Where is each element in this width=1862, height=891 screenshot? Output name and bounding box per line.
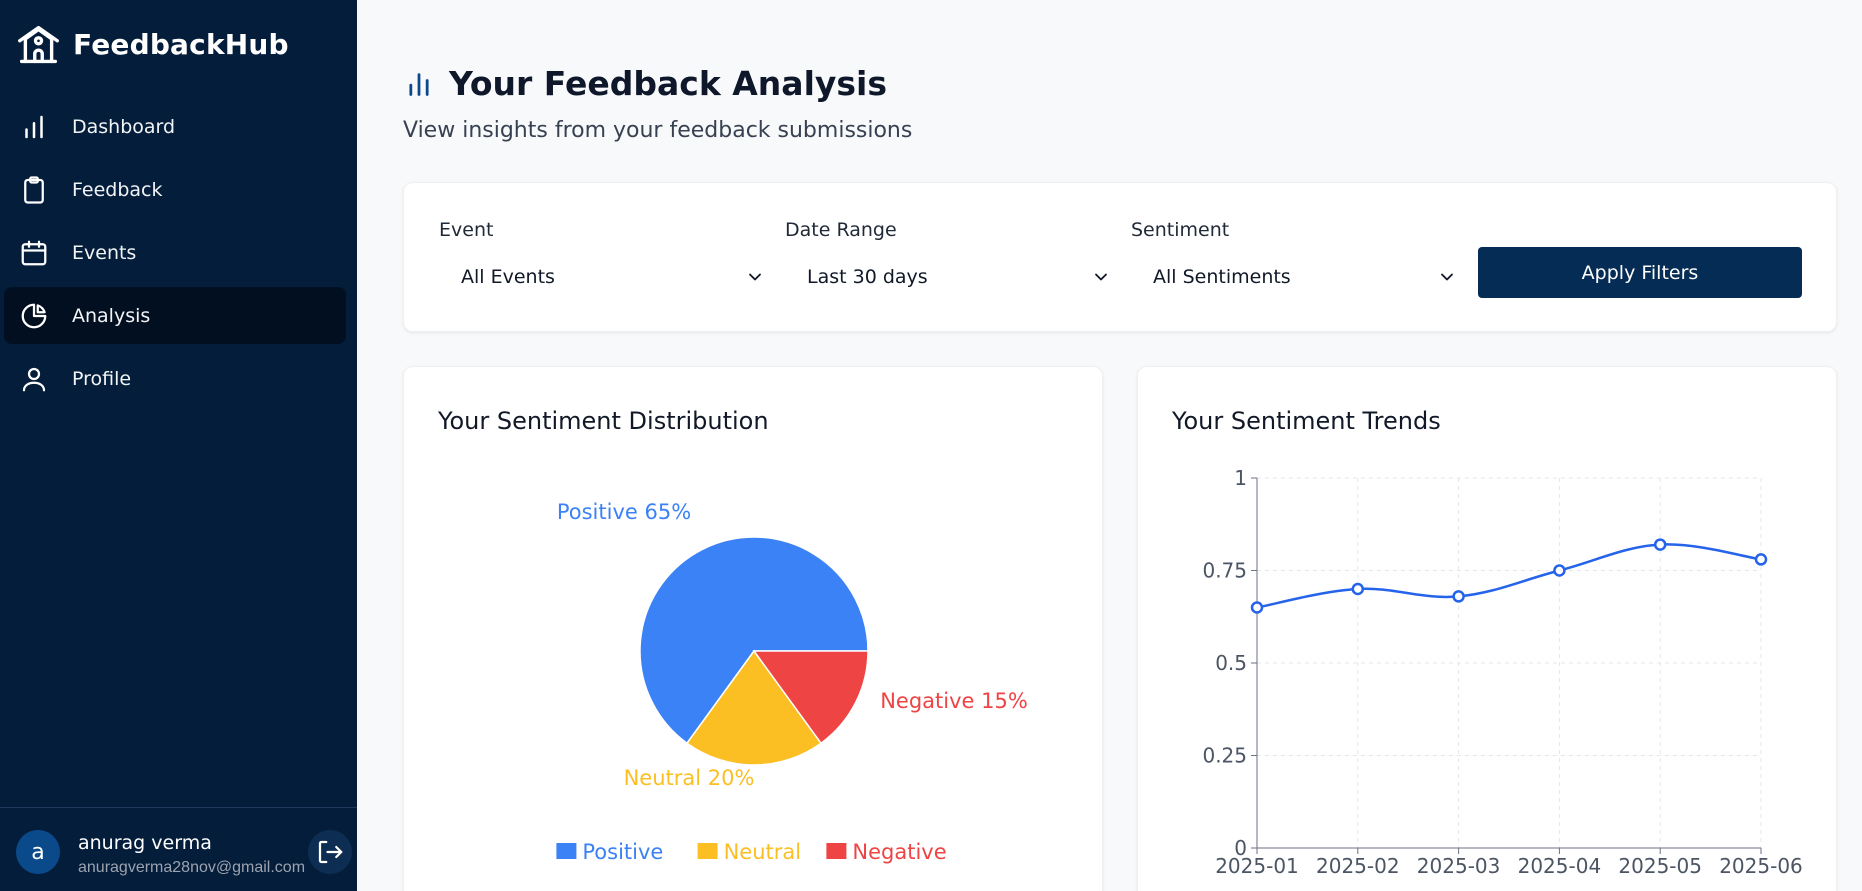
sentiment-filter-label: Sentiment: [1131, 219, 1230, 241]
sidebar-item-label: Analysis: [72, 304, 151, 327]
date-range-filter-label: Date Range: [785, 219, 897, 241]
trend-point[interactable]: [1351, 582, 1365, 596]
x-tick-label: 2025-03: [1417, 854, 1501, 878]
pie-data-label: Negative 15%: [880, 689, 1028, 713]
x-tick-label: 2025-01: [1215, 854, 1299, 878]
x-tick-label: 2025-05: [1618, 854, 1702, 878]
user-name: anurag verma: [78, 832, 212, 854]
sentiment-select[interactable]: All Sentiments: [1131, 257, 1461, 297]
pie-chart-icon: [18, 300, 50, 332]
date-range-select[interactable]: Last 30 days: [785, 257, 1115, 297]
legend-label-positive[interactable]: Positive: [582, 840, 663, 864]
sidebar-item-dashboard[interactable]: Dashboard: [4, 98, 346, 155]
x-tick-label: 2025-06: [1719, 854, 1803, 878]
chevron-down-icon: [749, 273, 761, 281]
brand-name: FeedbackHub: [73, 28, 289, 61]
trend-point[interactable]: [1553, 564, 1566, 577]
pie-data-label: Neutral 20%: [624, 766, 755, 790]
sidebar-item-profile[interactable]: Profile: [4, 350, 346, 407]
y-tick-label: 1: [1234, 466, 1247, 490]
sidebar-item-feedback[interactable]: Feedback: [4, 161, 346, 218]
trend-line: [1256, 543, 1762, 609]
sentiment-line-chart: 00.250.50.7512025-01 2025-02 2025-03 2025-0…: [1202, 466, 1803, 878]
date-range-select-value: Last 30 days: [807, 266, 928, 288]
sidebar-item-analysis[interactable]: Analysis: [4, 287, 346, 344]
sentiment-pie-chart: Positive 65% Neutral 20% Negative 15% Posit…: [556, 500, 1028, 864]
page-subtitle: View insights from your feedback submiss…: [403, 118, 913, 143]
pie-data-label: Positive 65%: [557, 500, 691, 524]
sentiment-select-value: All Sentiments: [1153, 266, 1291, 288]
date-range-filter: Date Range Last 30 days: [785, 219, 1115, 297]
y-tick-label: 0.75: [1202, 559, 1247, 583]
clipboard-icon: [18, 174, 50, 206]
bar-chart-icon: [409, 73, 429, 96]
event-select-value: All Events: [461, 266, 555, 288]
logout-button[interactable]: [308, 830, 352, 874]
legend-label-neutral[interactable]: Neutral: [724, 840, 802, 864]
trend-point[interactable]: [1653, 538, 1667, 551]
chevron-down-icon: [1095, 273, 1107, 281]
sentiment-distribution-card: Your Sentiment Distribution Positive 65%…: [403, 366, 1103, 891]
user-panel: a anurag verma anuragverma28nov@gmail.co…: [0, 807, 357, 891]
event-filter: Event All Events: [439, 219, 769, 297]
x-tick-label: 2025-02: [1316, 854, 1400, 878]
trend-point[interactable]: [1452, 590, 1465, 603]
y-tick-label: 0.25: [1202, 744, 1247, 768]
filter-panel: Event All Events Date Range Last 30 days…: [403, 182, 1837, 332]
sidebar-item-label: Profile: [72, 367, 132, 390]
avatar[interactable]: a: [16, 830, 60, 874]
trend-point[interactable]: [1250, 601, 1264, 614]
y-tick-label: 0.5: [1215, 651, 1247, 675]
user-email: anuragverma28nov@gmail.com: [78, 859, 306, 876]
sidebar-item-label: Dashboard: [72, 115, 176, 138]
sidebar: FeedbackHub Dashboard Feedback Events An…: [0, 0, 357, 891]
chevron-down-icon: [1441, 273, 1453, 281]
trend-point[interactable]: [1754, 553, 1768, 566]
logout-icon: [318, 840, 343, 864]
legend-swatch-neutral: [697, 843, 718, 859]
page-title: Your Feedback Analysis: [449, 64, 887, 103]
school-icon: [18, 25, 59, 64]
legend-swatch-positive: [556, 843, 577, 859]
sidebar-item-label: Events: [72, 241, 137, 264]
brand[interactable]: FeedbackHub: [16, 22, 289, 67]
calendar-icon: [18, 237, 50, 269]
event-filter-label: Event: [439, 219, 494, 241]
sidebar-item-events[interactable]: Events: [4, 224, 346, 281]
user-icon: [18, 363, 50, 395]
sidebar-item-label: Feedback: [72, 178, 163, 201]
sentiment-trends-card: Your Sentiment Trends 0 0.25 0.5 0.75 1 2025-…: [1137, 366, 1837, 891]
legend-label-negative[interactable]: Negative: [852, 840, 946, 864]
bar-chart-icon: [18, 111, 50, 143]
sidebar-nav: Dashboard Feedback Events Analysis Profi…: [4, 98, 346, 413]
legend-swatch-negative: [826, 843, 847, 859]
x-tick-label: 2025-04: [1518, 854, 1602, 878]
apply-filters-button[interactable]: Apply Filters: [1478, 247, 1802, 298]
event-select[interactable]: All Events: [439, 257, 769, 297]
sentiment-filter: Sentiment All Sentiments: [1131, 219, 1461, 297]
